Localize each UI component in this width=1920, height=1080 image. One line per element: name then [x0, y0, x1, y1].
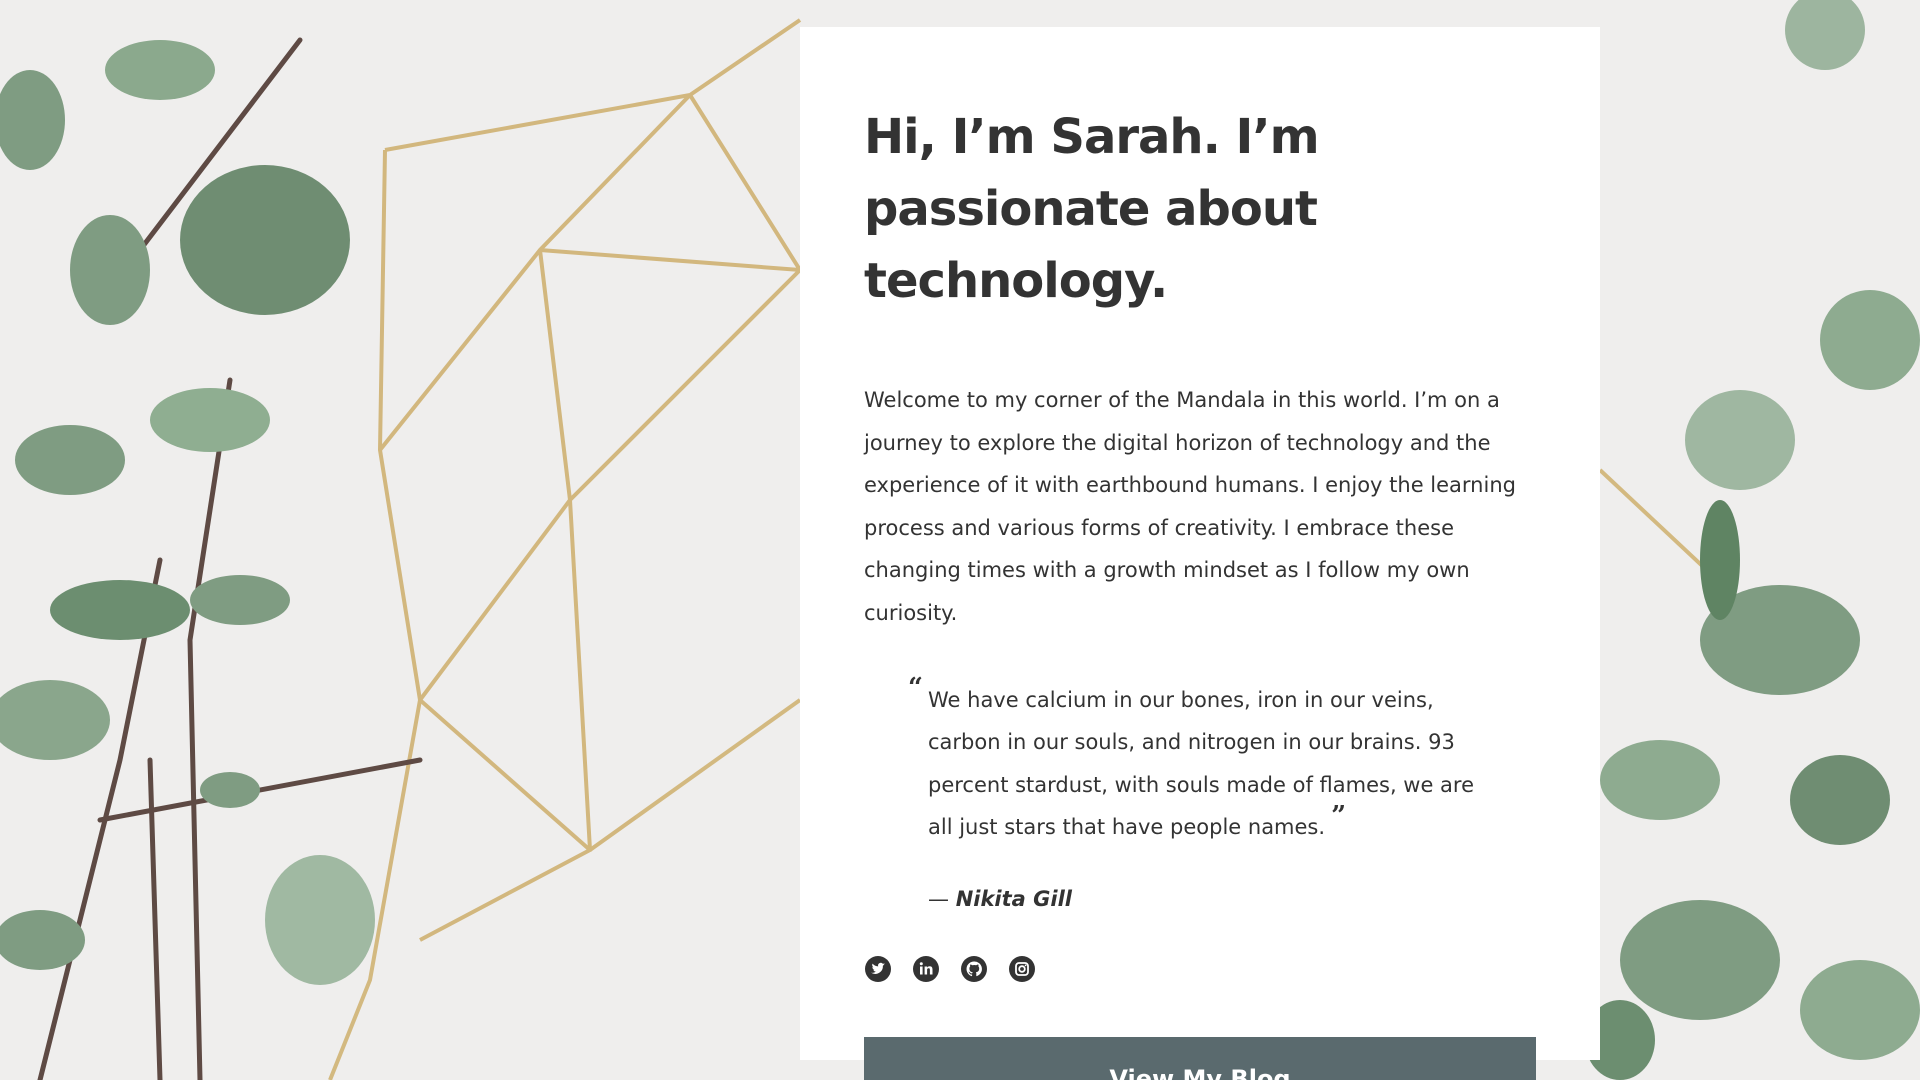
attribution-dash: —	[928, 886, 956, 911]
quote-body: We have calcium in our bones, iron in ou…	[928, 687, 1475, 840]
quote-attribution: — Nikita Gill	[928, 887, 1536, 911]
twitter-icon[interactable]	[864, 955, 892, 983]
github-icon[interactable]	[960, 955, 988, 983]
quote-text: We have calcium in our bones, iron in ou…	[928, 679, 1488, 849]
intro-card: Hi, I’m Sarah. I’m passionate about tech…	[800, 27, 1600, 1080]
page-title: Hi, I’m Sarah. I’m passionate about tech…	[864, 109, 1320, 309]
view-blog-button[interactable]: View My Blog	[864, 1036, 1536, 1080]
linkedin-icon[interactable]	[912, 955, 940, 983]
social-links	[864, 955, 1536, 985]
quote-author: Nikita Gill	[955, 886, 1072, 911]
instagram-icon[interactable]	[1008, 955, 1036, 983]
quote-block: “ We have calcium in our bones, iron in …	[908, 673, 1488, 849]
open-quote-mark: “	[908, 672, 923, 703]
close-quote-mark: ”	[1331, 801, 1347, 832]
intro-paragraph: Welcome to my corner of the Mandala in t…	[864, 388, 1516, 625]
